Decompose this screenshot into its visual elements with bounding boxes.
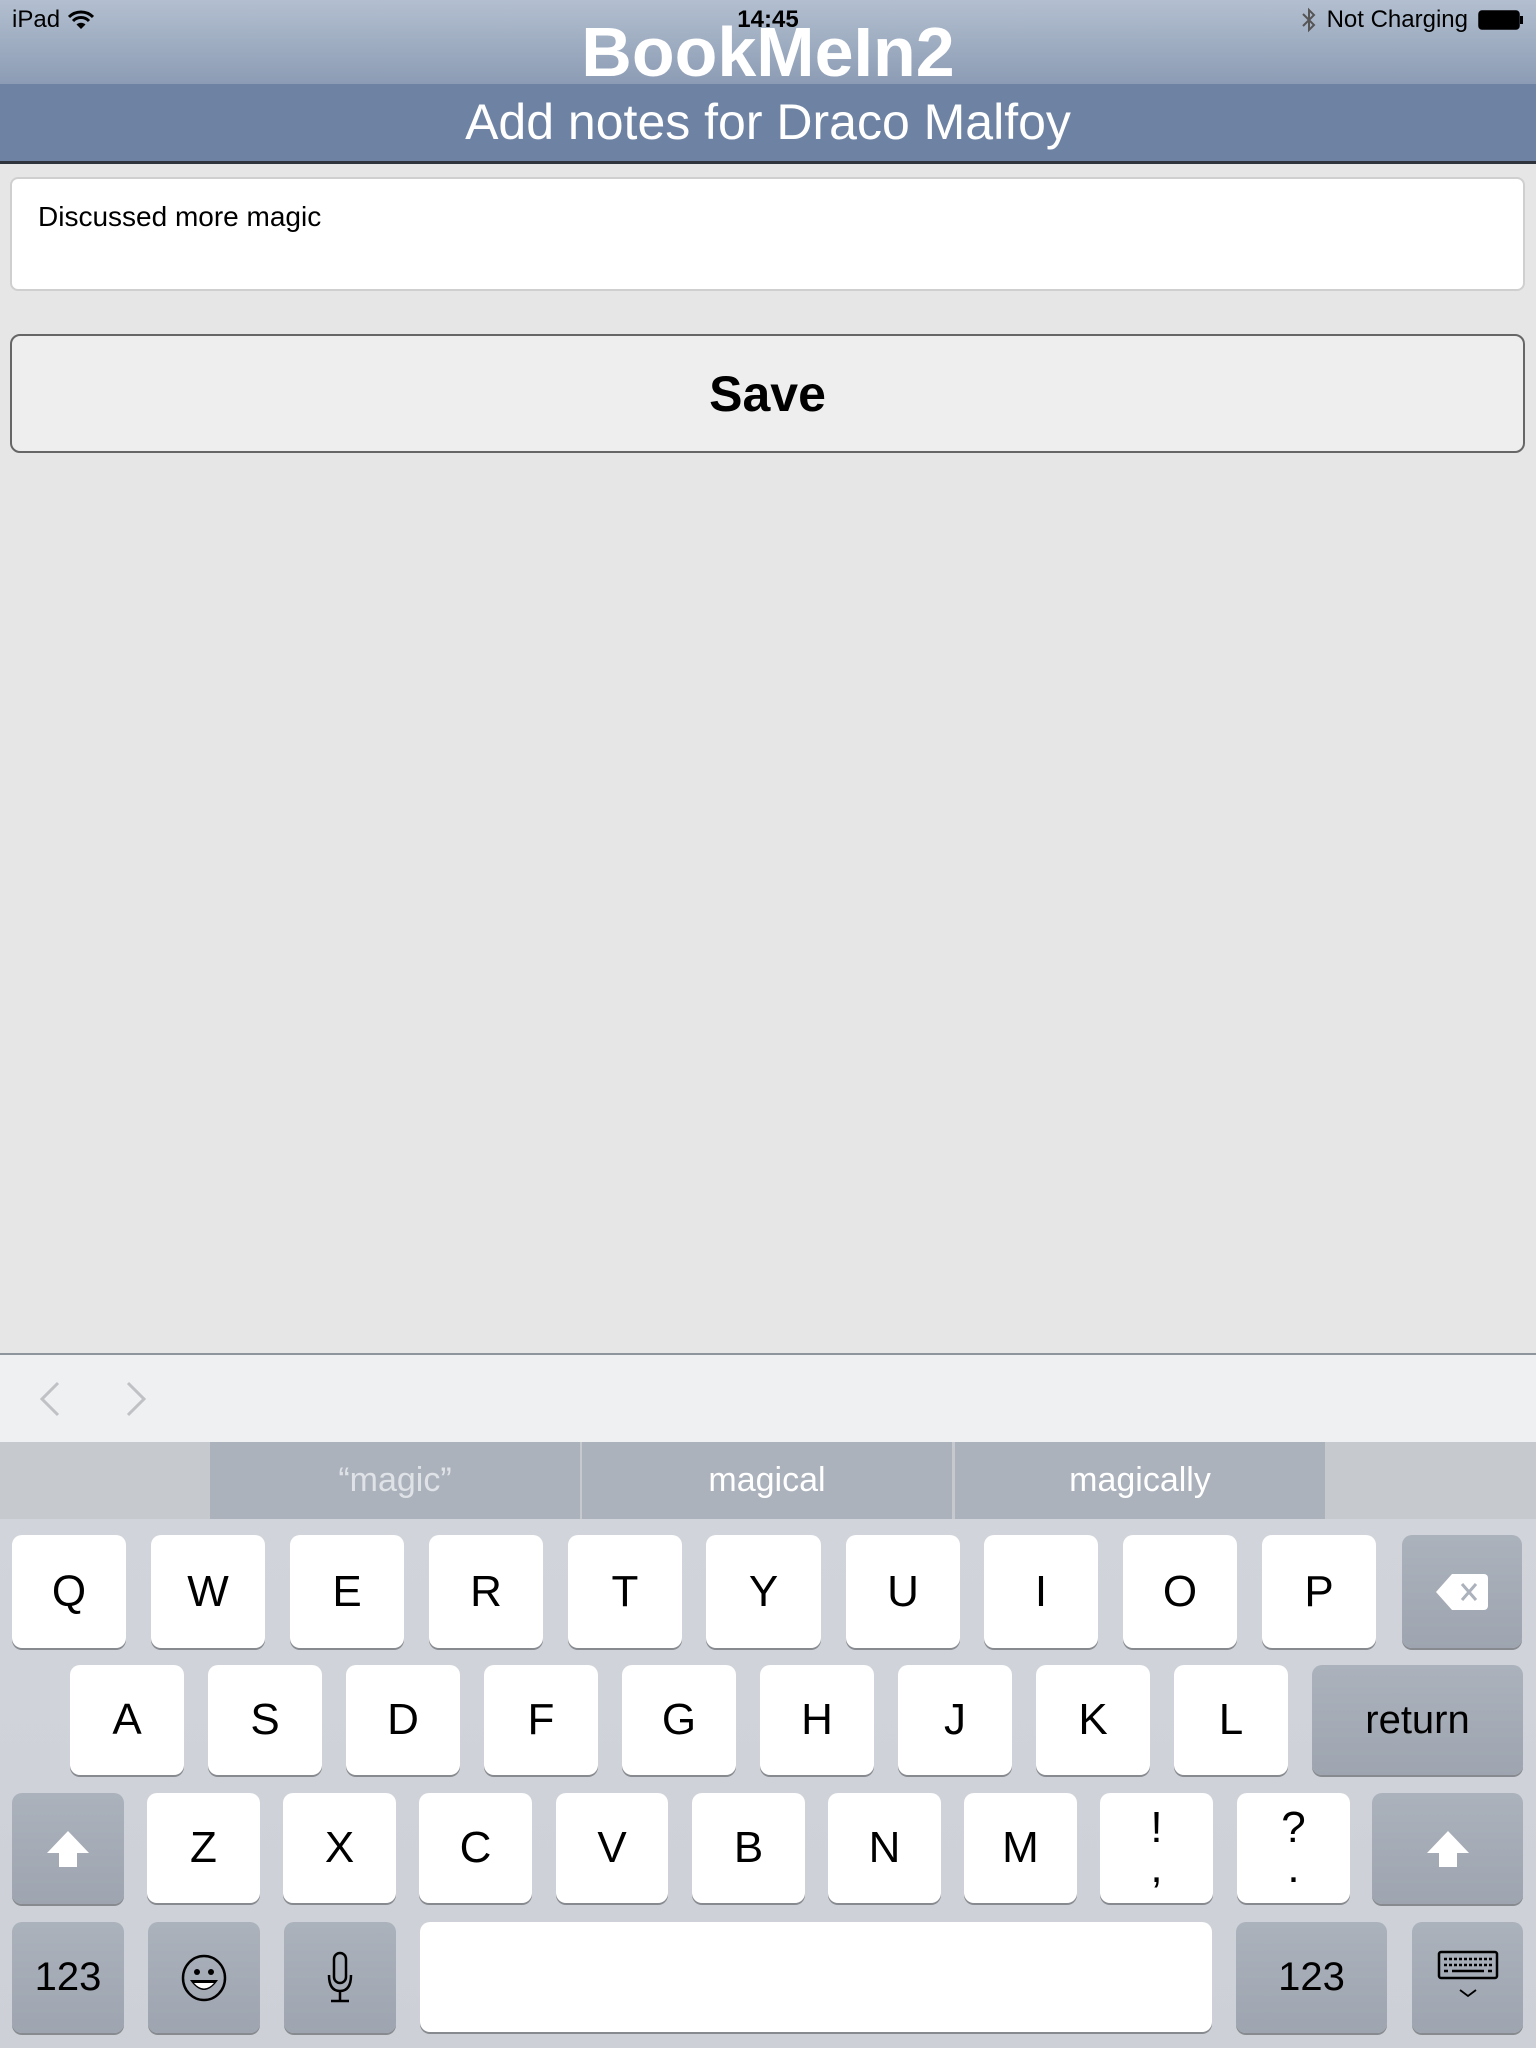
microphone-icon	[327, 1951, 353, 2002]
key-f[interactable]: F	[484, 1665, 598, 1775]
key-bottom-glyph: ,	[1150, 1843, 1163, 1892]
prediction-item[interactable]: magical	[582, 1442, 952, 1519]
notes-input[interactable]: Discussed more magic	[10, 177, 1525, 291]
key-x[interactable]: X	[283, 1793, 396, 1903]
status-time: 14:45	[737, 6, 799, 33]
dictation-key[interactable]	[284, 1922, 396, 2033]
key-exclaim-comma[interactable]: ! ,	[1100, 1793, 1213, 1903]
subtitle-band: Add notes for Draco Malfoy	[0, 84, 1536, 164]
key-a[interactable]: A	[70, 1665, 184, 1775]
key-e[interactable]: E	[290, 1535, 404, 1648]
key-w[interactable]: W	[151, 1535, 265, 1648]
backspace-key[interactable]	[1402, 1535, 1522, 1648]
prediction-item[interactable]: “magic”	[210, 1442, 580, 1519]
key-question-period[interactable]: ? .	[1237, 1793, 1350, 1903]
notes-value: Discussed more magic	[38, 201, 322, 232]
numbers-key-left[interactable]: 123	[12, 1922, 124, 2033]
key-o[interactable]: O	[1123, 1535, 1237, 1648]
key-top-glyph: !	[1150, 1803, 1163, 1852]
key-i[interactable]: I	[984, 1535, 1098, 1648]
key-l[interactable]: L	[1174, 1665, 1288, 1775]
key-y[interactable]: Y	[706, 1535, 821, 1648]
shift-key-left[interactable]	[12, 1793, 124, 1904]
chevron-right-icon[interactable]	[116, 1379, 156, 1419]
prediction-bar: “magic” magical magically	[0, 1442, 1536, 1519]
key-z[interactable]: Z	[147, 1793, 260, 1903]
prediction-item[interactable]: magically	[955, 1442, 1325, 1519]
key-m[interactable]: M	[964, 1793, 1077, 1903]
shift-key-right[interactable]	[1372, 1793, 1523, 1904]
space-key[interactable]	[420, 1922, 1212, 2032]
key-c[interactable]: C	[419, 1793, 532, 1903]
key-top-glyph: ?	[1281, 1803, 1306, 1852]
key-g[interactable]: G	[622, 1665, 736, 1775]
key-q[interactable]: Q	[12, 1535, 126, 1648]
key-bottom-glyph: .	[1287, 1843, 1300, 1892]
key-d[interactable]: D	[346, 1665, 460, 1775]
return-key[interactable]: return	[1312, 1665, 1523, 1775]
key-r[interactable]: R	[429, 1535, 543, 1648]
emoji-key[interactable]	[148, 1922, 260, 2033]
shift-icon	[47, 1830, 89, 1867]
dismiss-keyboard-key[interactable]	[1412, 1922, 1523, 2033]
save-label: Save	[709, 365, 826, 422]
keyboard-accessory-bar	[0, 1353, 1536, 1442]
emoji-icon	[181, 1954, 227, 2001]
shift-icon	[1426, 1830, 1469, 1867]
backspace-icon	[1436, 1573, 1488, 1610]
key-h[interactable]: H	[760, 1665, 874, 1775]
key-s[interactable]: S	[208, 1665, 322, 1775]
save-button[interactable]: Save	[10, 334, 1525, 453]
key-n[interactable]: N	[828, 1793, 941, 1903]
key-k[interactable]: K	[1036, 1665, 1150, 1775]
key-v[interactable]: V	[556, 1793, 668, 1903]
key-j[interactable]: J	[898, 1665, 1012, 1775]
key-u[interactable]: U	[846, 1535, 960, 1648]
key-b[interactable]: B	[692, 1793, 805, 1903]
page-subtitle: Add notes for Draco Malfoy	[465, 94, 1071, 150]
chevron-left-icon[interactable]	[30, 1379, 70, 1419]
on-screen-keyboard: Q W E R T Y U I O P A S D F G H J K L re…	[0, 1519, 1536, 2048]
title-bar: iPad BookMeIn2 14:45 Not Charging	[0, 0, 1536, 91]
keyboard-dismiss-icon	[1437, 1950, 1498, 1997]
key-p[interactable]: P	[1262, 1535, 1376, 1648]
key-t[interactable]: T	[568, 1535, 682, 1648]
numbers-key-right[interactable]: 123	[1236, 1922, 1387, 2033]
